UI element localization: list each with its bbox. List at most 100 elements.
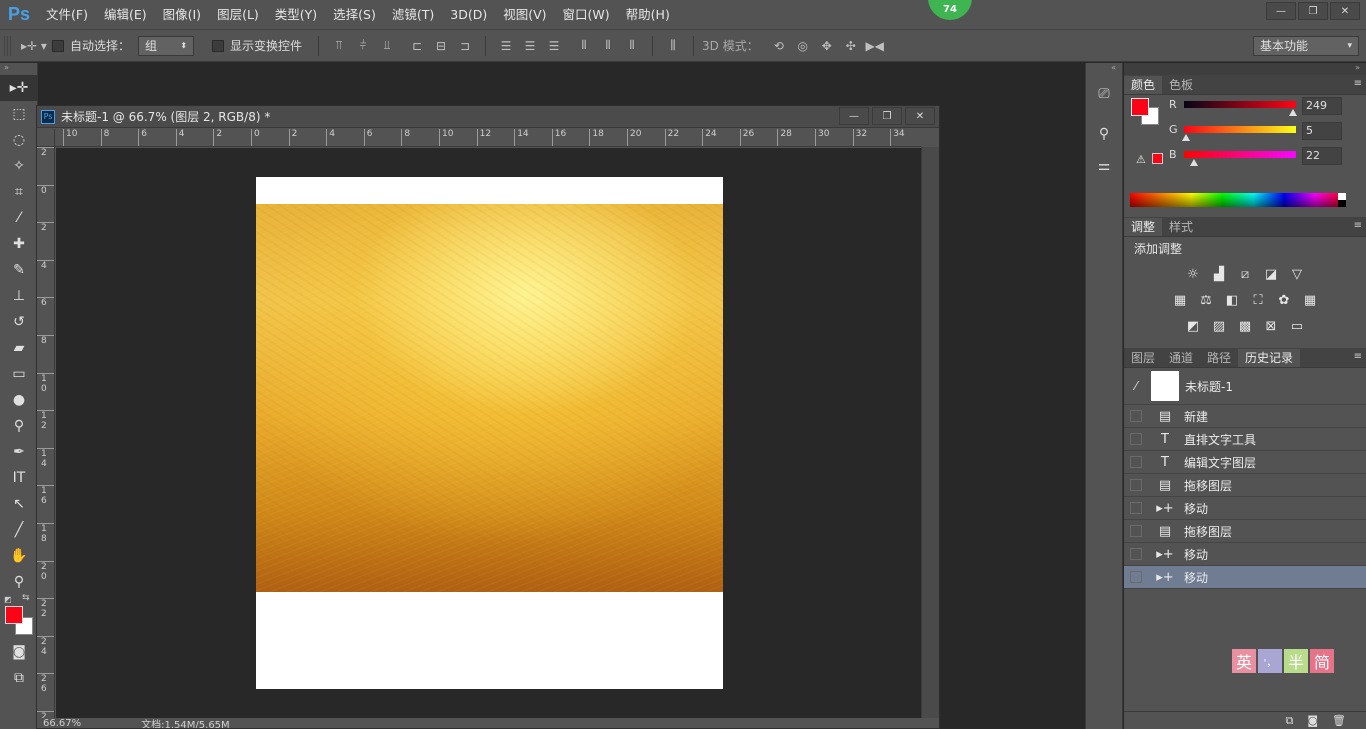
history-brush-checkbox[interactable] — [1130, 433, 1142, 445]
distribute-bottom-icon[interactable]: ☰ — [542, 39, 566, 53]
pen-tool-icon[interactable]: ✒ — [0, 439, 38, 465]
color-spectrum[interactable] — [1130, 193, 1346, 207]
menu-item[interactable]: 编辑(E) — [96, 0, 155, 29]
zoom-tool-icon[interactable]: ⚲ — [0, 569, 38, 595]
distribute-vcenter-icon[interactable]: ☰ — [518, 39, 542, 53]
gold-texture-layer[interactable] — [256, 204, 723, 592]
lasso-tool-icon[interactable]: ◌ — [0, 127, 38, 153]
history-brush-checkbox[interactable] — [1130, 525, 1142, 537]
blue-slider-thumb[interactable] — [1189, 159, 1198, 166]
ruler-origin[interactable] — [37, 129, 55, 147]
menu-item[interactable]: 滤镜(T) — [384, 0, 442, 29]
auto-select-checkbox[interactable] — [52, 39, 64, 52]
zoom-level[interactable]: 66.67% — [43, 718, 81, 728]
hue-saturation-icon[interactable]: ▦ — [1171, 291, 1189, 309]
magic-wand-tool-icon[interactable]: ✧ — [0, 153, 38, 179]
notification-badge[interactable]: 74 — [928, 0, 972, 20]
green-value-field[interactable]: 5 — [1302, 122, 1342, 140]
ime-punctuation[interactable]: '， — [1258, 649, 1282, 673]
align-vcenter-icon[interactable]: ⫩ — [351, 38, 375, 53]
exposure-icon[interactable]: ◪ — [1262, 265, 1280, 283]
rotate-3d-icon[interactable]: ⟲ — [767, 39, 791, 53]
panel-menu-icon[interactable]: ≡ — [1354, 351, 1362, 362]
red-value-field[interactable]: 249 — [1302, 97, 1342, 115]
align-bottom-icon[interactable]: ⫫ — [375, 38, 399, 53]
menu-item[interactable]: 3D(D) — [442, 0, 495, 29]
close-button[interactable]: ✕ — [1330, 2, 1360, 20]
menu-item[interactable]: 视图(V) — [495, 0, 554, 29]
threshold-icon[interactable]: ▩ — [1236, 317, 1254, 335]
posterize-icon[interactable]: ▨ — [1210, 317, 1228, 335]
history-state[interactable]: T 编辑文字图层 — [1124, 451, 1366, 474]
new-document-from-state-icon[interactable]: ⧉ — [1285, 714, 1293, 728]
document-canvas[interactable] — [256, 177, 723, 689]
auto-select-dropdown[interactable]: 组 ⬍ — [138, 35, 195, 56]
auto-align-icon[interactable]: ⫼ — [661, 38, 685, 53]
panel-menu-icon[interactable]: ≡ — [1354, 78, 1362, 89]
distribute-right-icon[interactable]: ⦀ — [620, 38, 644, 53]
doc-restore-button[interactable]: ❐ — [872, 107, 902, 125]
dodge-tool-icon[interactable]: ⚲ — [0, 413, 38, 439]
history-state[interactable]: ▸+ 移动 — [1124, 497, 1366, 520]
distribute-left-icon[interactable]: ⦀ — [572, 38, 596, 53]
create-snapshot-icon[interactable]: ◙ — [1307, 714, 1318, 727]
history-brush-checkbox[interactable] — [1130, 548, 1142, 560]
doc-close-button[interactable]: ✕ — [905, 107, 935, 125]
tab-color[interactable]: 颜色 — [1124, 76, 1163, 94]
history-snapshot-row[interactable]: ⁄ 未标题-1 — [1124, 368, 1366, 405]
crop-tool-icon[interactable]: ⌗ — [0, 179, 38, 205]
blue-slider[interactable] — [1184, 151, 1296, 158]
toolbox-collapse-icon[interactable]: » — [0, 63, 37, 75]
move-tool-icon[interactable]: ▸✛ — [0, 75, 38, 101]
history-brush-source-icon[interactable]: ⁄ — [1124, 379, 1148, 393]
options-grip[interactable] — [4, 35, 12, 56]
type-tool-icon[interactable]: IT — [0, 465, 38, 491]
black-white-icon[interactable]: ◧ — [1223, 291, 1241, 309]
delete-state-icon[interactable]: 🗑 — [1332, 714, 1346, 727]
default-colors-icon[interactable]: ◩ — [4, 595, 12, 604]
history-state[interactable]: ▸+ 移动 — [1124, 543, 1366, 566]
history-panel-icon[interactable]: ⎚ — [1086, 81, 1122, 107]
distribute-top-icon[interactable]: ☰ — [494, 39, 518, 53]
menu-item[interactable]: 类型(Y) — [267, 0, 325, 29]
eyedropper-tool-icon[interactable]: ⁄ — [0, 205, 38, 231]
minimize-button[interactable]: — — [1266, 2, 1296, 20]
foreground-color-swatch[interactable] — [5, 606, 23, 624]
red-slider[interactable] — [1184, 101, 1296, 108]
history-state[interactable]: T 直排文字工具 — [1124, 428, 1366, 451]
history-state[interactable]: ▤ 拖移图层 — [1124, 520, 1366, 543]
selective-color-icon[interactable]: ⊠ — [1262, 317, 1280, 335]
roll-3d-icon[interactable]: ◎ — [791, 39, 815, 53]
history-state[interactable]: ▤ 新建 — [1124, 405, 1366, 428]
color-lookup-icon[interactable]: ▦ — [1301, 291, 1319, 309]
menu-item[interactable]: 帮助(H) — [618, 0, 678, 29]
move-tool-icon[interactable]: ▸✛ ▾ — [16, 39, 52, 53]
vertical-scrollbar[interactable] — [921, 147, 939, 721]
green-slider[interactable] — [1184, 126, 1296, 133]
doc-minimize-button[interactable]: — — [839, 107, 869, 125]
menu-item[interactable]: 选择(S) — [325, 0, 384, 29]
blur-tool-icon[interactable]: ● — [0, 387, 38, 413]
workspace-dropdown[interactable]: 基本功能 ▾ — [1253, 35, 1359, 56]
ime-english[interactable]: 英 — [1232, 649, 1256, 673]
history-brush-checkbox[interactable] — [1130, 456, 1142, 468]
swap-colors-icon[interactable]: ⇆ — [22, 593, 30, 603]
history-brush-checkbox[interactable] — [1130, 502, 1142, 514]
invert-icon[interactable]: ◩ — [1184, 317, 1202, 335]
menu-item[interactable]: 图像(I) — [155, 0, 209, 29]
panel-menu-icon[interactable]: ≡ — [1354, 220, 1362, 231]
distribute-hcenter-icon[interactable]: ⦀ — [596, 38, 620, 53]
align-left-icon[interactable]: ⊏ — [405, 39, 429, 53]
gradient-tool-icon[interactable]: ▭ — [0, 361, 38, 387]
curves-icon[interactable]: ⧄ — [1236, 265, 1254, 283]
tab-styles[interactable]: 样式 — [1162, 218, 1200, 236]
healing-brush-tool-icon[interactable]: ✚ — [0, 231, 38, 257]
photo-filter-icon[interactable]: ⛶ — [1249, 291, 1267, 309]
blue-value-field[interactable]: 22 — [1302, 147, 1342, 165]
slide-3d-icon[interactable]: ✣ — [839, 39, 863, 53]
panels-collapse-icon[interactable]: » — [1124, 63, 1366, 75]
marquee-tool-icon[interactable]: ⬚ — [0, 101, 38, 127]
strip-collapse-icon[interactable]: « — [1086, 63, 1122, 75]
horizontal-ruler[interactable]: 10 8 6 4 2 0 2 4 6 8 10 12 14 16 18 20 22 24 26 28 30 32 34 — [55, 129, 921, 147]
brush-presets-icon[interactable]: ⚲ — [1086, 121, 1122, 147]
